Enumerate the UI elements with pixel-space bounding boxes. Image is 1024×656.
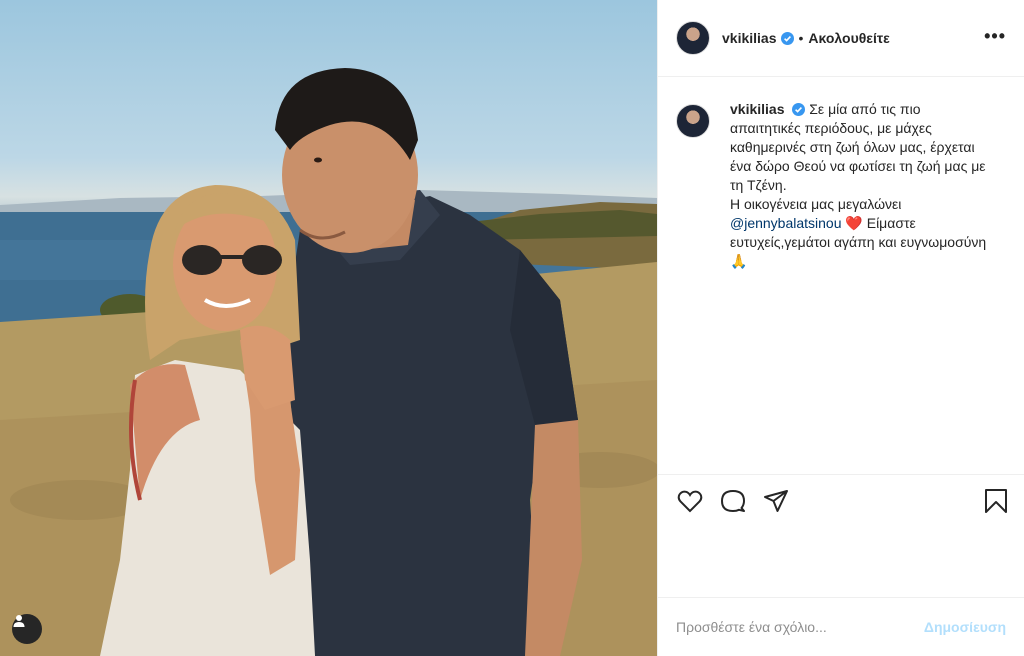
like-heart-icon[interactable] [676, 487, 704, 515]
comment-bar: Δημοσίευση [658, 597, 1024, 656]
post-photo[interactable] [0, 0, 657, 656]
post-comment-button[interactable]: Δημοσίευση [924, 619, 1006, 635]
header-separator: • [798, 30, 804, 46]
user-tag-icon [13, 615, 25, 627]
post-side-panel: vkikilias • Ακολουθείτε ••• vkikilias Σε… [657, 0, 1024, 656]
more-options-icon[interactable]: ••• [984, 26, 1006, 47]
caption-text: vkikilias Σε μία από τις πιο απαιτητικές… [730, 100, 992, 271]
post-header: vkikilias • Ακολουθείτε ••• [658, 0, 1024, 77]
mention-link[interactable]: @jennybalatsinou [730, 215, 842, 231]
post-actions [658, 474, 1024, 528]
caption-avatar[interactable] [676, 104, 710, 138]
post-caption: vkikilias Σε μία από τις πιο απαιτητικές… [676, 100, 1006, 271]
share-plane-icon[interactable] [762, 487, 790, 515]
header-username[interactable]: vkikilias [722, 30, 777, 46]
caption-line2: Η οικογένεια μας μεγαλώνει [730, 196, 902, 212]
photo-illustration [0, 68, 657, 656]
save-bookmark-icon[interactable] [982, 487, 1010, 515]
verified-badge-icon [792, 103, 806, 116]
heart-emoji: ❤️ [845, 215, 863, 231]
avatar[interactable] [676, 21, 710, 55]
pray-emoji: 🙏 [730, 253, 748, 269]
user-tag-button[interactable] [12, 614, 42, 644]
comment-bubble-icon[interactable] [719, 487, 747, 515]
verified-badge-icon [780, 31, 794, 45]
caption-username[interactable]: vkikilias [730, 101, 785, 117]
comment-input[interactable] [676, 619, 924, 635]
following-button[interactable]: Ακολουθείτε [808, 30, 889, 46]
